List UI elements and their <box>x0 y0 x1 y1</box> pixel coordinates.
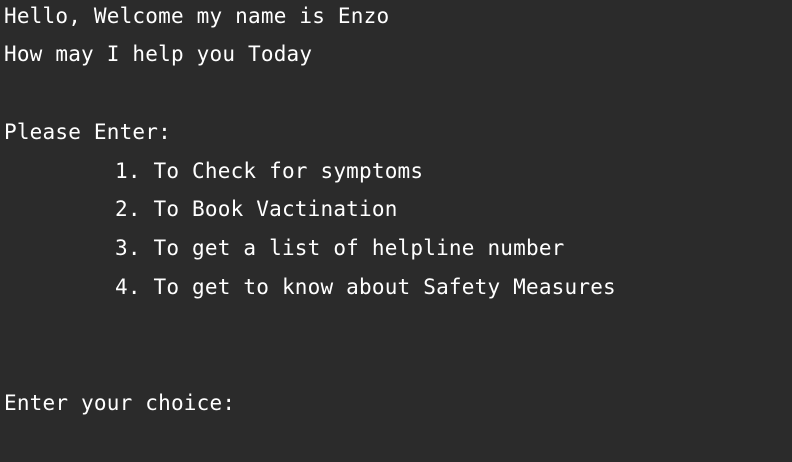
menu-option-4: 4. To get to know about Safety Measures <box>115 275 616 299</box>
help-prompt-text: How may I help you Today <box>4 42 313 66</box>
menu-option-3: 3. To get a list of helpline number <box>115 236 565 260</box>
choice-prompt-text[interactable]: Enter your choice: <box>4 390 235 416</box>
console-output: Hello, Welcome my name is Enzo How may I… <box>0 0 792 462</box>
menu-option-2: 2. To Book Vactination <box>115 197 398 221</box>
enter-prompt-text: Please Enter: <box>4 120 171 144</box>
greeting-text: Hello, Welcome my name is Enzo <box>4 4 390 28</box>
menu-option-1: 1. To Check for symptoms <box>115 159 424 183</box>
